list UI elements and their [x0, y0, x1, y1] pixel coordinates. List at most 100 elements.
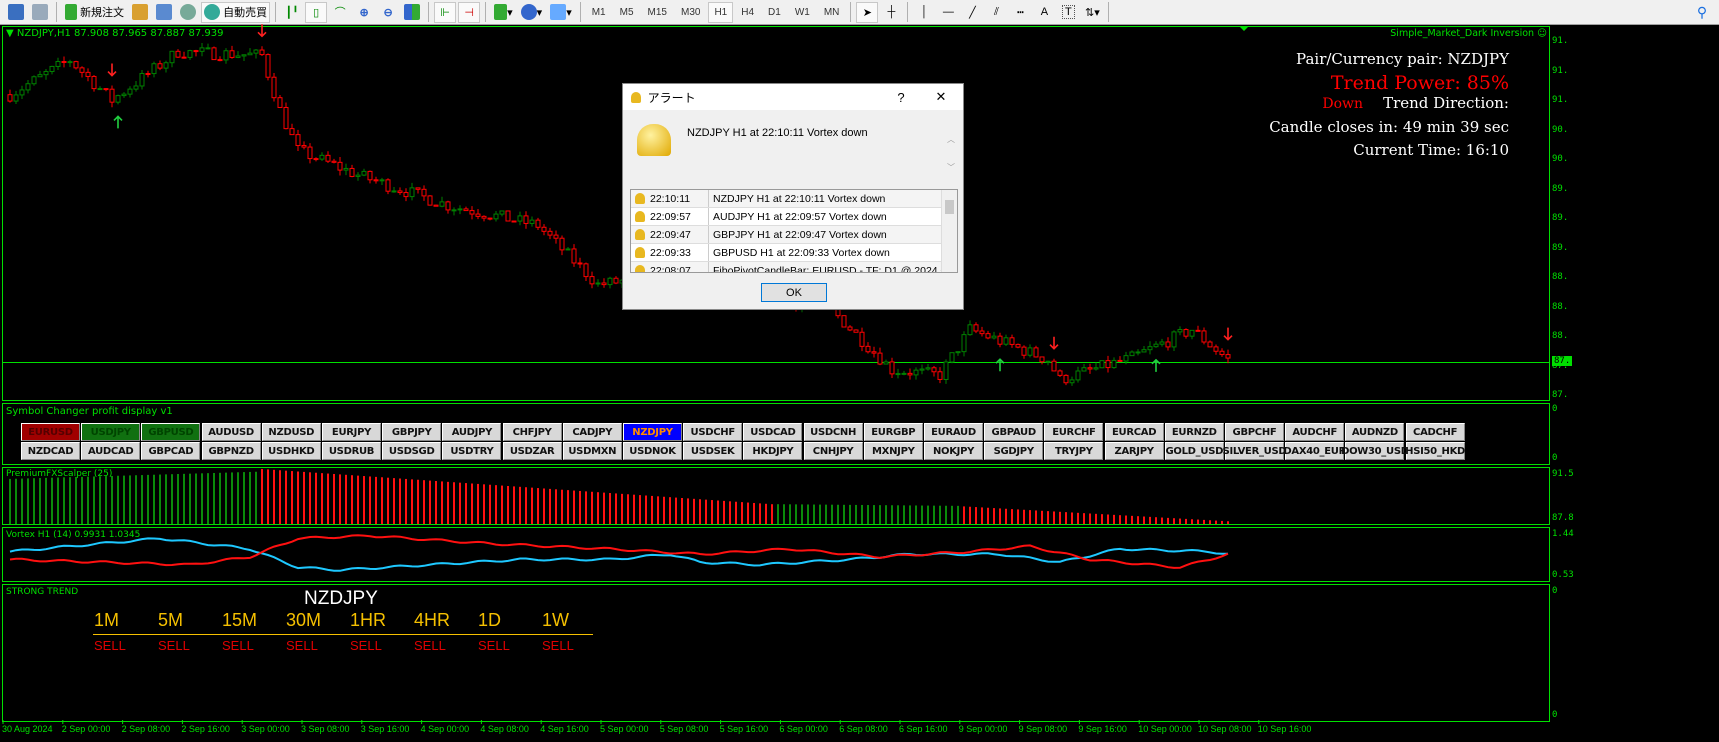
- candle: [13, 94, 19, 102]
- symbol-button-nzdcad[interactable]: NZDCAD: [21, 442, 80, 460]
- symbol-button-hsi50_hkd[interactable]: HSI50_HKD: [1405, 442, 1465, 460]
- candle: [931, 367, 937, 373]
- symbol-changer-scale-top: 0: [1552, 404, 1558, 414]
- symbol-button-audcad[interactable]: AUDCAD: [81, 442, 141, 460]
- symbol-button-usdsgd[interactable]: USDSGD: [382, 442, 442, 460]
- close-button[interactable]: ✕: [919, 89, 963, 105]
- symbol-button-nzdjpy[interactable]: NZDJPY: [623, 423, 682, 441]
- candle: [19, 89, 25, 96]
- symbol-button-cadjpy[interactable]: CADJPY: [562, 423, 622, 441]
- help-button[interactable]: ?: [883, 90, 919, 105]
- symbol-button-eurjpy[interactable]: EURJPY: [322, 423, 381, 441]
- symbol-button-audnzd[interactable]: AUDNZD: [1345, 423, 1405, 441]
- symbol-button-gbpusd[interactable]: GBPUSD: [141, 423, 201, 441]
- candle: [1099, 360, 1105, 369]
- symbol-button-gbpjpy[interactable]: GBPJPY: [382, 423, 442, 441]
- symbol-button-hkdjpy[interactable]: HKDJPY: [743, 442, 803, 460]
- strong-trend-symbol: NZDJPY: [304, 588, 378, 609]
- alert-row[interactable]: 22:10:11 NZDJPY H1 at 22:10:11 Vortex dow…: [631, 190, 957, 208]
- symbol-button-cnhjpy[interactable]: CNHJPY: [803, 442, 863, 460]
- candle: [895, 373, 901, 376]
- symbol-button-zarjpy[interactable]: ZARJPY: [1104, 442, 1164, 460]
- bell-icon: [631, 91, 641, 103]
- candle: [103, 88, 109, 91]
- candle: [361, 170, 367, 176]
- symbol-button-usdtry[interactable]: USDTRY: [442, 442, 502, 460]
- alert-title-bar[interactable]: アラート ? ✕: [623, 84, 963, 110]
- symbol-button-dax40_eur[interactable]: DAX40_EUR: [1283, 442, 1346, 460]
- symbol-button-usdnok[interactable]: USDNOK: [623, 442, 682, 460]
- alert-list-scrollbar[interactable]: [941, 190, 957, 272]
- candle: [211, 47, 217, 61]
- strong-trend-scale-bottom: 0: [1552, 710, 1558, 720]
- candle: [469, 210, 475, 215]
- symbol-button-usdcad[interactable]: USDCAD: [743, 423, 803, 441]
- symbol-button-sgdjpy[interactable]: SGDJPY: [984, 442, 1044, 460]
- trend-timeframe-15m: 15M: [222, 610, 258, 630]
- symbol-button-gbpaud[interactable]: GBPAUD: [984, 423, 1044, 441]
- candle: [295, 134, 301, 147]
- symbol-button-dow30_usd[interactable]: DOW30_USD: [1341, 442, 1409, 460]
- time-tick: 3 Sep 08:00: [301, 724, 350, 734]
- candle: [235, 55, 241, 58]
- symbol-button-eurcad[interactable]: EURCAD: [1104, 423, 1164, 441]
- symbol-button-usdchf[interactable]: USDCHF: [683, 423, 743, 441]
- candle: [1027, 347, 1033, 356]
- symbol-button-audjpy[interactable]: AUDJPY: [442, 423, 502, 441]
- symbol-button-nzdusd[interactable]: NZDUSD: [261, 423, 321, 441]
- message-scrollbar[interactable]: ︿ ﹀: [946, 126, 956, 184]
- symbol-button-tryjpy[interactable]: TRYJPY: [1044, 442, 1104, 460]
- symbol-button-usdcnh[interactable]: USDCNH: [803, 423, 863, 441]
- alert-history-list[interactable]: 22:10:11 NZDJPY H1 at 22:10:11 Vortex dow…: [630, 189, 958, 273]
- symbol-button-audusd[interactable]: AUDUSD: [201, 423, 261, 441]
- alert-row-time: 22:09:47: [650, 228, 691, 241]
- symbol-button-gbpcad[interactable]: GBPCAD: [141, 442, 201, 460]
- symbol-button-usdrub[interactable]: USDRUB: [322, 442, 381, 460]
- trend-direction-value: Down: [1322, 96, 1364, 112]
- symbol-button-usdzar[interactable]: USDZAR: [502, 442, 562, 460]
- scrollbar-thumb[interactable]: [945, 200, 954, 214]
- candle: [937, 371, 943, 380]
- candle: [283, 106, 289, 130]
- alert-row[interactable]: 22:09:33 GBPUSD H1 at 22:09:33 Vortex dow…: [631, 244, 957, 262]
- candle: [229, 50, 235, 58]
- trend-signal: SELL: [158, 638, 190, 653]
- candle: [121, 93, 127, 97]
- candle: [973, 324, 979, 332]
- symbol-button-usdhkd[interactable]: USDHKD: [261, 442, 321, 460]
- trend-timeframe-1w: 1W: [542, 610, 569, 630]
- candle: [55, 61, 61, 67]
- symbol-button-eurchf[interactable]: EURCHF: [1044, 423, 1104, 441]
- candle: [181, 56, 187, 59]
- symbol-button-mxnjpy[interactable]: MXNJPY: [863, 442, 923, 460]
- candle: [25, 83, 31, 91]
- alert-row[interactable]: 22:09:57 AUDJPY H1 at 22:09:57 Vortex dow…: [631, 208, 957, 226]
- indicator-label: Simple_Market_Dark Inversion ☺: [1390, 28, 1547, 39]
- scalper-scale-top: 91.5: [1552, 469, 1574, 479]
- symbol-button-usdsek[interactable]: USDSEK: [683, 442, 743, 460]
- candle: [535, 219, 541, 228]
- symbol-button-gbpnzd[interactable]: GBPNZD: [201, 442, 261, 460]
- symbol-button-euraud[interactable]: EURAUD: [924, 423, 983, 441]
- symbol-button-silver_usd[interactable]: SILVER_USD: [1223, 442, 1287, 460]
- symbol-button-eurusd[interactable]: EURUSD: [21, 423, 80, 441]
- candle: [259, 49, 265, 56]
- symbol-button-usdjpy[interactable]: USDJPY: [81, 423, 141, 441]
- symbol-button-chfjpy[interactable]: CHFJPY: [502, 423, 562, 441]
- symbol-button-gold_usd[interactable]: GOLD_USD: [1164, 442, 1224, 460]
- ok-button[interactable]: OK: [761, 283, 827, 302]
- symbol-button-eurgbp[interactable]: EURGBP: [863, 423, 923, 441]
- candle: [1201, 330, 1207, 343]
- alert-row[interactable]: 22:09:47 GBPJPY H1 at 22:09:47 Vortex dow…: [631, 226, 957, 244]
- symbol-button-nokjpy[interactable]: NOKJPY: [924, 442, 983, 460]
- time-tick: 5 Sep 00:00: [600, 724, 649, 734]
- symbol-button-audchf[interactable]: AUDCHF: [1285, 423, 1345, 441]
- alert-row[interactable]: 22:08:07 FiboPivotCandleBar: EURUSD - TF:…: [631, 262, 957, 272]
- symbol-button-gbpchf[interactable]: GBPCHF: [1225, 423, 1284, 441]
- candle: [841, 315, 847, 328]
- symbol-button-eurnzd[interactable]: EURNZD: [1164, 423, 1224, 441]
- chart-shift-marker[interactable]: [1239, 26, 1249, 31]
- candle: [463, 208, 469, 212]
- symbol-button-usdmxn[interactable]: USDMXN: [562, 442, 622, 460]
- symbol-button-cadchf[interactable]: CADCHF: [1405, 423, 1465, 441]
